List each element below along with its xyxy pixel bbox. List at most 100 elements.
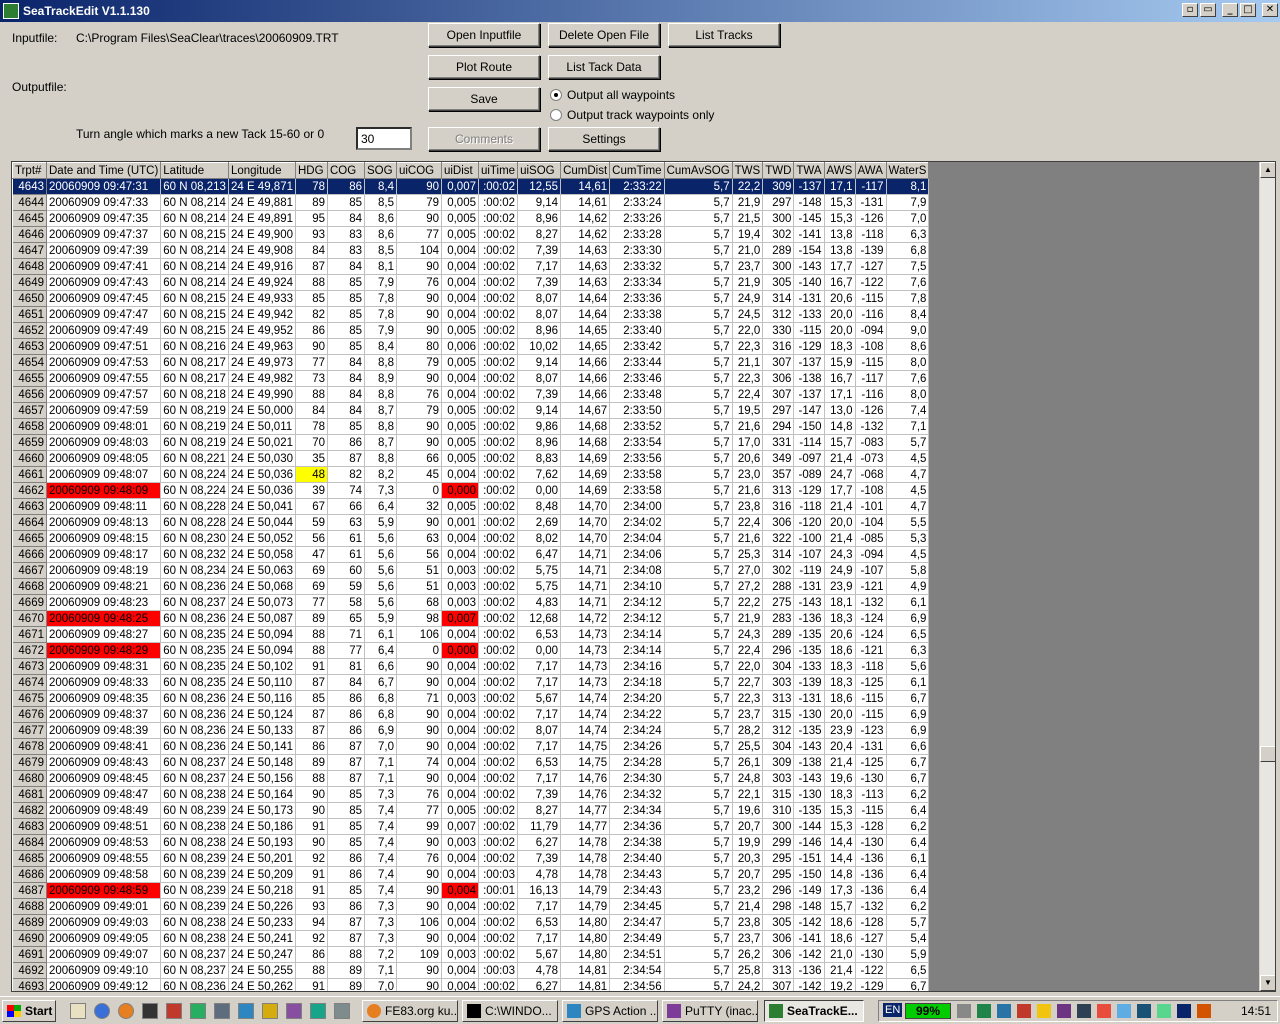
table-row[interactable]: 4679 20060909 09:48:43 60 N 08,237 24 E 50,… bbox=[12, 754, 930, 771]
table-cell[interactable]: 14,61 bbox=[560, 194, 611, 211]
table-cell[interactable]: -136 bbox=[855, 882, 887, 899]
table-row[interactable]: 4676 20060909 09:48:37 60 N 08,236 24 E 50,… bbox=[12, 706, 930, 723]
table-cell[interactable]: 87 bbox=[327, 770, 365, 787]
column-header[interactable]: HDG bbox=[294, 162, 328, 179]
table-cell[interactable]: 20060909 09:48:13 bbox=[46, 514, 162, 531]
row-number-cell[interactable]: 4686 bbox=[12, 866, 47, 883]
table-cell[interactable]: 60 N 08,217 bbox=[160, 370, 229, 387]
row-number-cell[interactable]: 4643 bbox=[12, 178, 47, 195]
table-cell[interactable]: 8,5 bbox=[364, 242, 397, 259]
table-cell[interactable]: 2:34:18 bbox=[609, 674, 665, 691]
table-cell[interactable]: 296 bbox=[762, 642, 795, 659]
table-cell[interactable]: 5,7 bbox=[664, 322, 733, 339]
table-cell[interactable]: :00:02 bbox=[478, 578, 519, 595]
table-cell[interactable]: 90 bbox=[396, 898, 442, 915]
table-cell[interactable]: 24 E 50,226 bbox=[228, 898, 296, 915]
table-cell[interactable]: 20060909 09:47:45 bbox=[46, 290, 162, 307]
table-cell[interactable]: -108 bbox=[855, 338, 887, 355]
table-row[interactable]: 4669 20060909 09:48:23 60 N 08,237 24 E 50,… bbox=[12, 594, 930, 611]
table-cell[interactable]: 2:34:20 bbox=[609, 690, 665, 707]
table-cell[interactable]: :00:02 bbox=[478, 370, 519, 387]
table-cell[interactable]: 7,17 bbox=[517, 658, 562, 675]
table-cell[interactable]: -131 bbox=[793, 290, 825, 307]
app-launcher-icon[interactable] bbox=[334, 1003, 350, 1019]
table-row[interactable]: 4653 20060909 09:47:51 60 N 08,216 24 E 49,… bbox=[12, 338, 930, 355]
table-cell[interactable]: 20060909 09:48:21 bbox=[46, 578, 162, 595]
table-cell[interactable]: 90 bbox=[396, 882, 442, 899]
table-cell[interactable]: 0,005 bbox=[441, 434, 479, 451]
table-cell[interactable]: 60 N 08,215 bbox=[160, 322, 229, 339]
table-cell[interactable]: 14,78 bbox=[560, 866, 611, 883]
table-cell[interactable]: -132 bbox=[855, 594, 887, 611]
table-cell[interactable]: :00:02 bbox=[478, 946, 519, 963]
table-cell[interactable]: 6,5 bbox=[886, 962, 930, 979]
table-cell[interactable]: 85 bbox=[327, 194, 365, 211]
table-cell[interactable]: 316 bbox=[762, 338, 795, 355]
table-row[interactable]: 4684 20060909 09:48:53 60 N 08,238 24 E 50,… bbox=[12, 834, 930, 851]
table-row[interactable]: 4663 20060909 09:48:11 60 N 08,228 24 E 50,… bbox=[12, 498, 930, 515]
table-cell[interactable]: 20060909 09:49:07 bbox=[46, 946, 162, 963]
firefox-icon[interactable] bbox=[118, 1003, 134, 1019]
row-number-cell[interactable]: 4676 bbox=[12, 706, 47, 723]
table-cell[interactable]: -139 bbox=[855, 242, 887, 259]
table-cell[interactable]: 20060909 09:48:45 bbox=[46, 770, 162, 787]
table-cell[interactable]: 20060909 09:48:15 bbox=[46, 530, 162, 547]
table-cell[interactable]: :00:02 bbox=[478, 786, 519, 803]
table-cell[interactable]: 0,005 bbox=[441, 322, 479, 339]
table-cell[interactable]: 24 E 50,156 bbox=[228, 770, 296, 787]
table-cell[interactable]: 85 bbox=[327, 802, 365, 819]
table-cell[interactable]: -138 bbox=[793, 754, 825, 771]
table-cell[interactable]: 47 bbox=[295, 546, 328, 563]
table-cell[interactable]: 4,5 bbox=[886, 546, 930, 563]
table-cell[interactable]: 0,003 bbox=[441, 946, 479, 963]
table-cell[interactable]: 20060909 09:47:49 bbox=[46, 322, 162, 339]
table-cell[interactable]: 39 bbox=[295, 482, 328, 499]
table-cell[interactable]: -122 bbox=[855, 274, 887, 291]
table-cell[interactable]: 19,6 bbox=[824, 770, 856, 787]
column-header[interactable]: WaterS bbox=[885, 162, 930, 179]
list-tracks-button[interactable]: List Tracks bbox=[668, 23, 780, 47]
table-cell[interactable]: -094 bbox=[855, 546, 887, 563]
table-row[interactable]: 4657 20060909 09:47:59 60 N 08,219 24 E 50,… bbox=[12, 402, 930, 419]
table-cell[interactable]: 20060909 09:48:23 bbox=[46, 594, 162, 611]
table-cell[interactable]: 109 bbox=[396, 946, 442, 963]
table-cell[interactable]: 8,0 bbox=[886, 386, 930, 403]
table-cell[interactable]: 22,7 bbox=[732, 674, 764, 691]
table-row[interactable]: 4677 20060909 09:48:39 60 N 08,236 24 E 50,… bbox=[12, 722, 930, 739]
row-number-cell[interactable]: 4674 bbox=[12, 674, 47, 691]
table-cell[interactable]: 7,1 bbox=[886, 418, 930, 435]
table-cell[interactable]: -135 bbox=[793, 722, 825, 739]
table-cell[interactable]: 0,003 bbox=[441, 834, 479, 851]
table-cell[interactable]: 4,7 bbox=[886, 466, 930, 483]
table-cell[interactable]: 14,66 bbox=[560, 354, 611, 371]
table-cell[interactable]: 20,7 bbox=[732, 818, 764, 835]
table-cell[interactable]: 0,005 bbox=[441, 498, 479, 515]
table-cell[interactable]: 19,5 bbox=[732, 402, 764, 419]
table-cell[interactable]: 22,4 bbox=[732, 642, 764, 659]
table-row[interactable]: 4647 20060909 09:47:39 60 N 08,214 24 E 49,… bbox=[12, 242, 930, 259]
table-cell[interactable]: 2:33:58 bbox=[609, 482, 665, 499]
table-cell[interactable]: 0,005 bbox=[441, 802, 479, 819]
table-cell[interactable]: 7,6 bbox=[886, 274, 930, 291]
table-cell[interactable]: 22,0 bbox=[732, 658, 764, 675]
maximize-button[interactable]: □ bbox=[1240, 3, 1256, 17]
table-cell[interactable]: 349 bbox=[762, 450, 795, 467]
row-number-cell[interactable]: 4657 bbox=[12, 402, 47, 419]
table-cell[interactable]: 7,3 bbox=[364, 930, 397, 947]
table-cell[interactable]: 0,004 bbox=[441, 530, 479, 547]
table-cell[interactable]: 0,005 bbox=[441, 210, 479, 227]
table-row[interactable]: 4650 20060909 09:47:45 60 N 08,215 24 E 49,… bbox=[12, 290, 930, 307]
row-number-cell[interactable]: 4646 bbox=[12, 226, 47, 243]
table-cell[interactable]: 15,3 bbox=[824, 210, 856, 227]
table-cell[interactable]: 7,4 bbox=[364, 882, 397, 899]
table-cell[interactable]: 5,7 bbox=[664, 930, 733, 947]
table-cell[interactable]: 89 bbox=[327, 962, 365, 979]
table-cell[interactable]: 6,4 bbox=[364, 642, 397, 659]
table-cell[interactable]: 14,70 bbox=[560, 530, 611, 547]
table-cell[interactable]: 60 N 08,239 bbox=[160, 802, 229, 819]
table-cell[interactable]: 20060909 09:49:12 bbox=[46, 978, 162, 991]
row-number-cell[interactable]: 4679 bbox=[12, 754, 47, 771]
table-cell[interactable]: 2:33:32 bbox=[609, 258, 665, 275]
table-row[interactable]: 4645 20060909 09:47:35 60 N 08,214 24 E 49,… bbox=[12, 210, 930, 227]
table-cell[interactable]: 89 bbox=[295, 194, 328, 211]
